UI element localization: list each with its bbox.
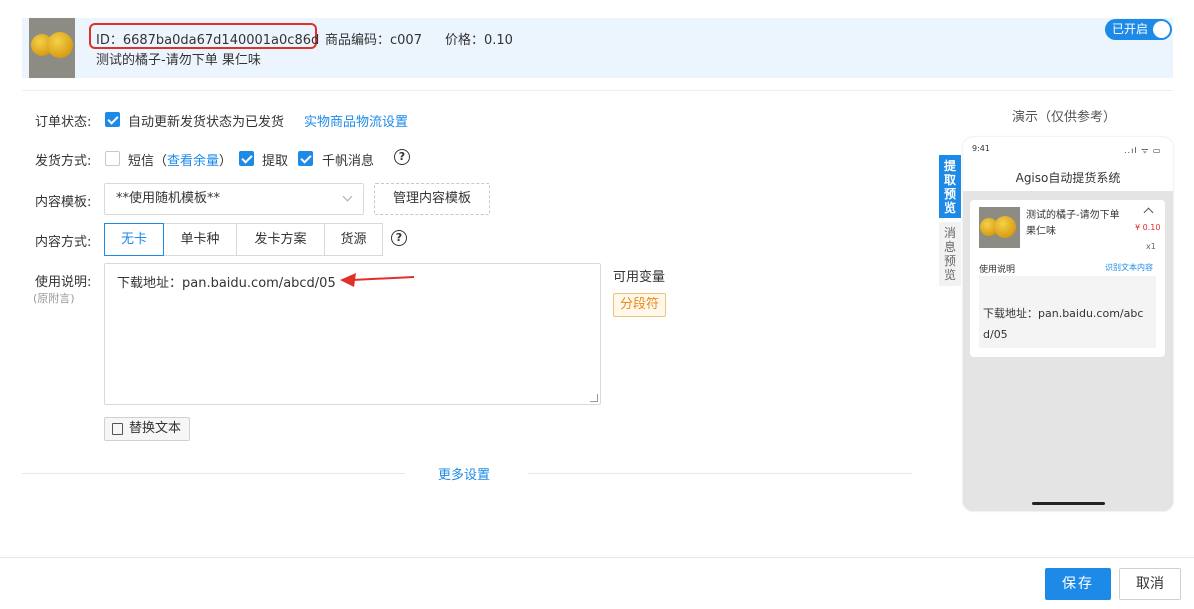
product-header: ID：6687ba0da67d140001a0c86d 商品编码：c007 价格… xyxy=(22,18,1173,78)
sms-label: 短信（查看余量） xyxy=(128,154,233,169)
product-id: ID：6687ba0da67d140001a0c86d xyxy=(96,33,320,48)
product-thumbnail xyxy=(29,18,75,78)
order-status-label: 订单状态: xyxy=(35,115,92,130)
product-code: 商品编码：c007 xyxy=(325,33,422,48)
auto-update-checkbox[interactable] xyxy=(105,112,120,127)
phone-status-icons: ..ıl ᯤ ▭ xyxy=(1124,146,1162,155)
auto-update-label: 自动更新发货状态为已发货 xyxy=(128,115,285,130)
content-method-label: 内容方式: xyxy=(35,235,92,250)
home-indicator xyxy=(1032,502,1105,505)
chevron-up-icon[interactable] xyxy=(1143,207,1154,218)
header-divider xyxy=(22,90,1173,91)
available-vars-title: 可用变量 xyxy=(613,270,666,285)
phone-preview: 9:41 ..ıl ᯤ ▭ Agiso自动提货系统 测试的橘子-请勿下单 果仁味… xyxy=(963,137,1173,511)
chevron-down-icon xyxy=(342,191,353,202)
usage-sub-label: (原附言) xyxy=(33,292,75,305)
method-option-no-card[interactable]: 无卡 xyxy=(104,223,164,256)
content-template-label: 内容模板: xyxy=(35,195,92,210)
preview-title: 演示（仅供参考） xyxy=(1012,110,1117,125)
sms-checkbox[interactable] xyxy=(105,151,120,166)
phone-time: 9:41 xyxy=(972,144,990,153)
replace-text-label: 替换文本 xyxy=(129,421,182,436)
enable-toggle[interactable]: 已开启 xyxy=(1105,19,1172,40)
segment-var-tag[interactable]: 分段符 xyxy=(613,293,667,317)
preview-usage-label: 使用说明 xyxy=(979,265,1016,275)
help-icon[interactable]: ? xyxy=(394,149,410,165)
preview-price: ¥ 0.10 xyxy=(1135,223,1161,232)
preview-thumbnail xyxy=(979,207,1020,248)
usage-label: 使用说明: xyxy=(35,275,92,290)
cancel-button[interactable]: 取消 xyxy=(1119,568,1181,600)
logistics-settings-link[interactable]: 实物商品物流设置 xyxy=(304,111,408,130)
product-price: 价格：0.10 xyxy=(445,33,513,48)
template-selected-value: **使用随机模板** xyxy=(116,191,221,206)
save-button[interactable]: 保存 xyxy=(1045,568,1111,600)
pickup-checkbox[interactable] xyxy=(239,151,254,166)
phone-app-title: Agiso自动提货系统 xyxy=(1015,171,1121,185)
pickup-label: 提取 xyxy=(262,154,289,169)
template-select[interactable]: **使用随机模板** xyxy=(104,183,364,215)
resize-handle[interactable] xyxy=(590,394,598,402)
tab-message-preview[interactable]: 消息预览 xyxy=(939,222,961,286)
divider-right xyxy=(528,473,912,474)
preview-qty: x1 xyxy=(1146,242,1156,251)
manage-template-button[interactable]: 管理内容模板 xyxy=(374,183,490,215)
qianniu-label: 千帆消息 xyxy=(322,154,375,169)
recognize-text-link[interactable]: 识别文本内容 xyxy=(1105,262,1153,273)
toggle-label: 已开启 xyxy=(1112,22,1149,36)
tab-pickup-preview[interactable]: 提取预览 xyxy=(939,155,961,218)
method-option-single-card[interactable]: 单卡种 xyxy=(163,223,237,256)
qianniu-checkbox[interactable] xyxy=(298,151,313,166)
annotation-arrow-icon xyxy=(340,273,415,287)
preview-item-title: 测试的橘子-请勿下单 果仁味 xyxy=(1026,210,1120,237)
method-option-card-plan[interactable]: 发卡方案 xyxy=(236,223,325,256)
phone-header: 9:41 ..ıl ᯤ ▭ Agiso自动提货系统 xyxy=(963,137,1173,191)
preview-usage-text: 下载地址：pan.baidu.com/abcd/05 xyxy=(979,276,1156,348)
usage-text: 下载地址：pan.baidu.com/abcd/05 xyxy=(117,276,336,291)
product-title: 测试的橘子-请勿下单 果仁味 xyxy=(96,53,261,68)
help-icon[interactable]: ? xyxy=(391,230,407,246)
delivery-method-label: 发货方式: xyxy=(35,154,92,169)
toggle-knob xyxy=(1153,21,1170,38)
footer-divider xyxy=(0,557,1194,558)
view-balance-link[interactable]: 查看余量 xyxy=(167,154,219,169)
divider-left xyxy=(22,473,405,474)
replace-text-button[interactable]: 替换文本 xyxy=(104,417,191,441)
replace-icon xyxy=(112,423,123,435)
more-settings-link[interactable]: 更多设置 xyxy=(438,464,490,483)
method-option-source[interactable]: 货源 xyxy=(324,223,383,256)
preview-card: 测试的橘子-请勿下单 果仁味 ¥ 0.10 x1 使用说明 识别文本内容 下载地… xyxy=(970,200,1165,357)
